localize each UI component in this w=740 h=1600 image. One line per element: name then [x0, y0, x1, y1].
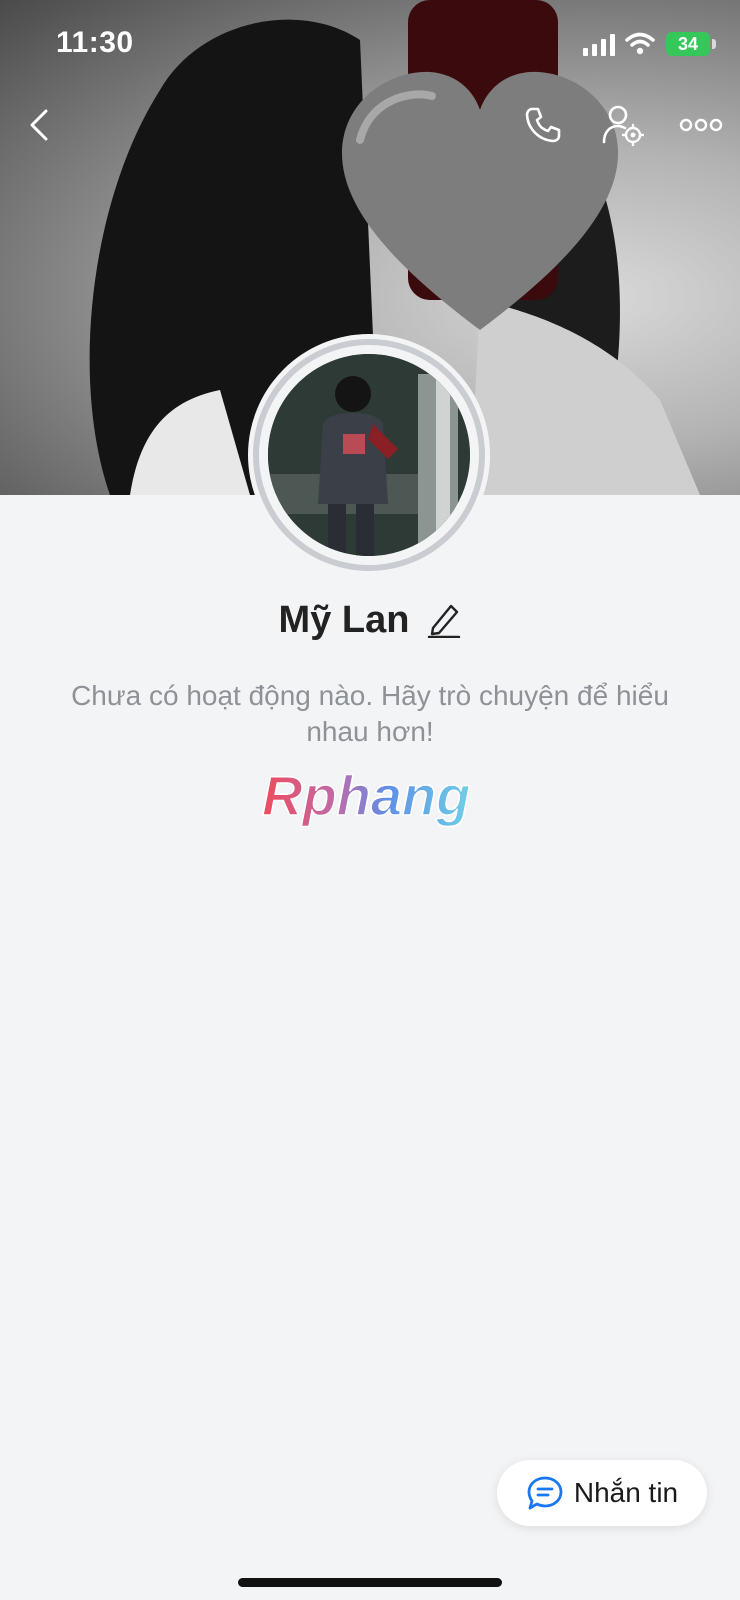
status-time: 11:30 — [56, 26, 134, 59]
home-indicator[interactable] — [238, 1578, 502, 1587]
send-message-button[interactable]: Nhắn tin — [497, 1460, 707, 1526]
more-icon — [679, 118, 723, 132]
user-settings-icon — [602, 105, 644, 146]
avatar-inner-ring — [259, 345, 479, 565]
top-nav — [0, 100, 740, 150]
profile-name-row: Mỹ Lan — [0, 595, 740, 645]
svg-text:Rphang: Rphang — [262, 765, 470, 827]
send-message-label: Nhắn tin — [573, 1477, 679, 1508]
more-button[interactable] — [676, 100, 726, 150]
status-bar: 11:30 34 — [0, 0, 740, 90]
profile-name: Mỹ Lan — [278, 598, 410, 641]
brand-watermark: Rphang — [258, 763, 488, 835]
avatar-photo — [268, 354, 470, 556]
call-button[interactable] — [518, 100, 568, 150]
battery-icon: 34 — [666, 32, 710, 56]
avatar — [268, 354, 470, 556]
edit-name-button[interactable] — [427, 602, 461, 638]
back-button[interactable] — [14, 100, 64, 150]
avatar-ring — [253, 339, 485, 571]
wifi-icon — [625, 32, 655, 55]
battery-level: 34 — [677, 34, 699, 54]
avatar-frame[interactable] — [248, 334, 490, 576]
profile-settings-button[interactable] — [598, 100, 648, 150]
signal-icon — [583, 34, 615, 56]
battery-tip — [712, 39, 716, 49]
edit-pencil-icon — [428, 604, 461, 638]
chat-bubble-icon — [527, 1476, 563, 1510]
brand-logo: Rphang — [261, 763, 471, 828]
empty-activity-message: Chưa có hoạt động nào. Hãy trò chuyện để… — [71, 680, 669, 747]
back-arrow-icon — [30, 109, 48, 141]
phone-icon — [525, 107, 561, 143]
